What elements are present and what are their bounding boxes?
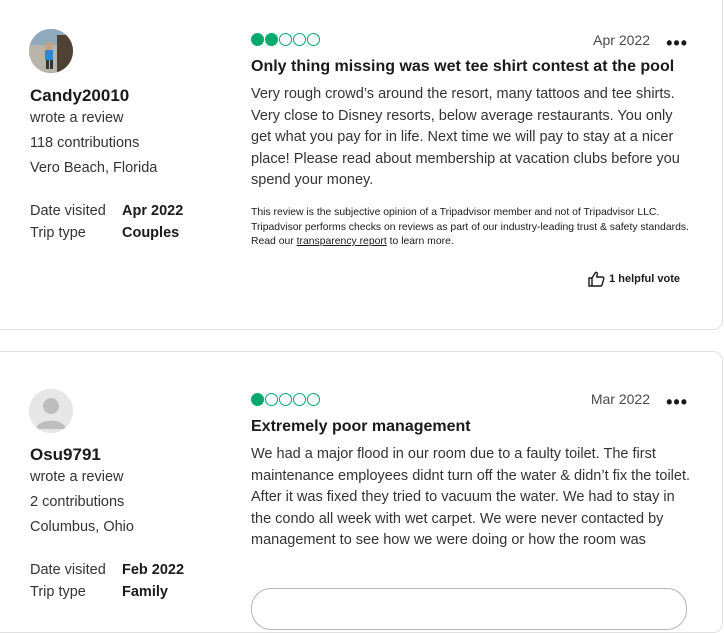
helpful-vote-count: 1 helpful vote	[609, 273, 680, 285]
trip-type-label: Trip type	[30, 225, 86, 241]
more-options-icon[interactable]: •••	[666, 34, 688, 52]
rating-bubble-filled	[251, 393, 264, 406]
date-visited-value: Feb 2022	[122, 562, 185, 578]
user-location: Vero Beach, Florida	[30, 160, 158, 176]
user-avatar[interactable]	[29, 29, 73, 73]
review-card: Osu9791 wrote a review 2 contributions C…	[0, 351, 723, 633]
more-options-icon[interactable]: •••	[666, 393, 688, 411]
disclaimer-text-end: to learn more.	[386, 236, 454, 247]
review-action: wrote a review	[30, 469, 124, 485]
user-silhouette-icon	[29, 389, 73, 433]
review-date: Apr 2022	[593, 32, 650, 48]
review-body: Very rough crowd’s around the resort, ma…	[251, 86, 680, 189]
rating-bubble-filled	[265, 33, 278, 46]
date-visited-label: Date visited	[30, 562, 106, 578]
date-visited-label: Date visited	[30, 203, 106, 219]
transparency-report-link[interactable]: transparency report	[297, 236, 387, 247]
username[interactable]: Candy20010	[30, 86, 129, 106]
rating-bubble-filled	[251, 33, 264, 46]
review-card: Candy20010 wrote a review 118 contributi…	[0, 0, 723, 330]
rating-bubble-empty	[279, 33, 292, 46]
rating-bubble-empty	[279, 393, 292, 406]
review-body: We had a major flood in our room due to …	[251, 446, 691, 549]
rating-bubble-empty	[293, 33, 306, 46]
review-title[interactable]: Extremely poor management	[251, 418, 471, 436]
contribution-count: 118 contributions	[30, 135, 140, 151]
read-more-button[interactable]	[251, 588, 687, 630]
user-avatar[interactable]	[29, 389, 73, 433]
avatar-photo-icon	[29, 29, 73, 73]
user-location: Columbus, Ohio	[30, 519, 134, 535]
bubble-rating	[251, 393, 320, 406]
date-visited-value: Apr 2022	[122, 203, 184, 219]
trip-type-value: Couples	[122, 225, 180, 241]
rating-bubble-empty	[265, 393, 278, 406]
rating-bubble-empty	[307, 393, 320, 406]
review-date: Mar 2022	[590, 391, 650, 407]
review-disclaimer: This review is the subjective opinion of…	[251, 206, 696, 250]
thumbs-up-icon	[588, 271, 605, 287]
review-action: wrote a review	[30, 110, 124, 126]
bubble-rating	[251, 33, 320, 46]
rating-bubble-empty	[293, 393, 306, 406]
helpful-vote-button[interactable]: 1 helpful vote	[588, 271, 680, 287]
contribution-count: 2 contributions	[30, 494, 125, 510]
rating-bubble-empty	[307, 33, 320, 46]
review-title[interactable]: Only thing missing was wet tee shirt con…	[251, 58, 674, 76]
username[interactable]: Osu9791	[30, 445, 101, 465]
